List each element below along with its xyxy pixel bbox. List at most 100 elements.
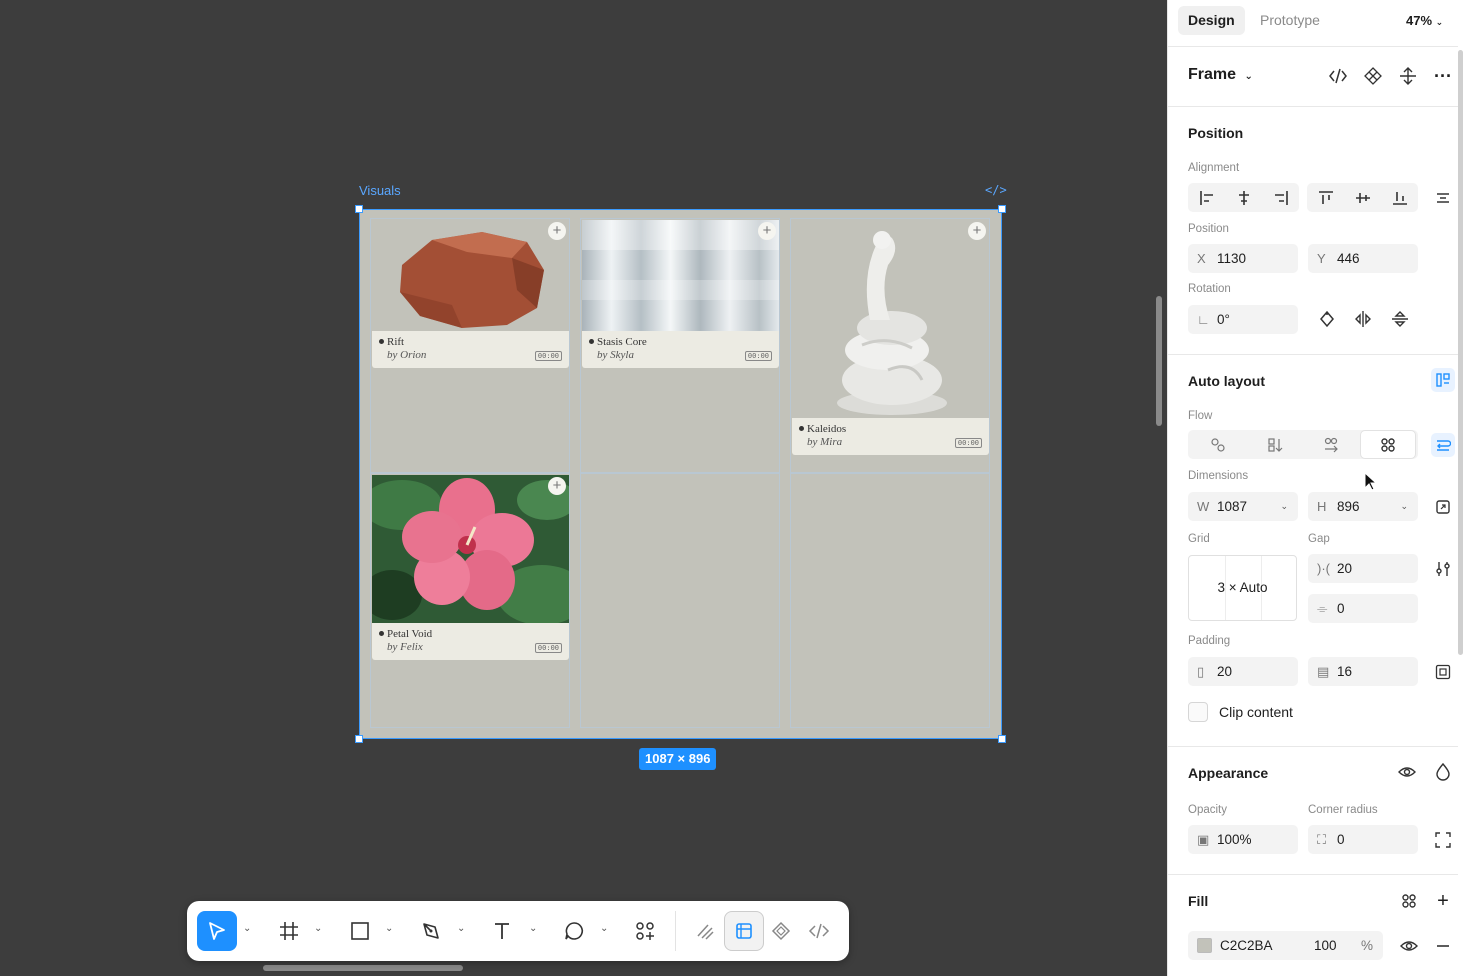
individual-padding-icon[interactable] <box>1431 660 1455 684</box>
selection-dropdown[interactable]: Frame ⌄ <box>1188 66 1253 84</box>
height-input[interactable]: H 896 ⌄ <box>1308 492 1418 521</box>
chevron-down-icon[interactable]: ⌄ <box>529 923 537 934</box>
pen-tool-button[interactable] <box>411 911 451 951</box>
fill-color-input[interactable]: C2C2BA 100 % <box>1188 931 1383 960</box>
card-petal-void[interactable]: Petal Void by Felix 00:00 + <box>372 475 569 661</box>
resize-handle-br[interactable] <box>998 735 1006 743</box>
prototype-mode-button[interactable] <box>761 911 801 951</box>
add-fill-icon[interactable]: + <box>1431 889 1455 913</box>
canvas-scrollbar-horizontal[interactable] <box>263 965 463 971</box>
align-left-icon[interactable] <box>1188 183 1225 212</box>
more-icon[interactable]: ··· <box>1431 64 1455 88</box>
design-mode-button[interactable] <box>724 911 764 951</box>
flip-vertical-icon[interactable] <box>1388 307 1412 331</box>
visuals-frame[interactable]: Rift by Orion 00:00 + Stasis Core by Sky… <box>359 209 1002 739</box>
code-icon[interactable] <box>1326 64 1350 88</box>
chevron-down-icon[interactable]: ⌄ <box>1280 501 1288 512</box>
align-center-horizontal-icon[interactable] <box>1225 183 1262 212</box>
vertical-flow-icon[interactable] <box>1247 430 1304 459</box>
chevron-down-icon[interactable]: ⌄ <box>385 923 393 934</box>
individual-corners-icon[interactable] <box>1431 828 1455 852</box>
add-icon[interactable]: + <box>548 222 566 240</box>
toolbar-divider <box>675 911 676 951</box>
resize-to-fit-icon[interactable] <box>1431 495 1455 519</box>
freeform-icon[interactable] <box>1190 430 1247 459</box>
clip-content-label: Clip content <box>1219 704 1293 720</box>
eye-icon[interactable] <box>1395 760 1419 784</box>
grid-flow-icon[interactable] <box>1359 430 1417 459</box>
move-tool-button[interactable] <box>197 911 237 951</box>
gap-label: Gap <box>1308 533 1330 545</box>
grid-size-picker[interactable]: 3 × Auto <box>1188 555 1297 621</box>
clip-content-checkbox[interactable] <box>1188 702 1208 722</box>
component-icon[interactable] <box>1361 64 1385 88</box>
align-right-icon[interactable] <box>1262 183 1299 212</box>
position-section-title: Position <box>1188 125 1244 141</box>
distribute-icon[interactable] <box>1431 186 1455 210</box>
panel-scrollbar[interactable] <box>1458 50 1463 655</box>
align-top-icon[interactable] <box>1307 183 1344 212</box>
auto-layout-suggest-icon[interactable] <box>1431 368 1455 392</box>
rectangle-icon <box>351 922 369 940</box>
wrap-icon[interactable] <box>1431 433 1455 457</box>
comment-icon <box>565 922 583 940</box>
resize-handle-tr[interactable] <box>998 205 1006 213</box>
align-middle-icon[interactable] <box>1344 183 1381 212</box>
add-icon[interactable]: + <box>758 222 776 240</box>
flip-horizontal-icon[interactable] <box>1351 307 1375 331</box>
rotate-icon[interactable] <box>1315 307 1339 331</box>
horizontal-flow-icon[interactable] <box>1303 430 1360 459</box>
vertical-padding-input[interactable]: ▤ 16 <box>1308 657 1418 686</box>
opacity-input[interactable]: ▣ 100% <box>1188 825 1298 854</box>
opacity-label: Opacity <box>1188 804 1227 816</box>
draw-icon <box>697 924 714 940</box>
card-meta: Rift by Orion 00:00 <box>372 331 569 368</box>
corner-radius-input[interactable]: ⛶ 0 <box>1308 825 1418 854</box>
fill-percent-sign: % <box>1361 938 1374 953</box>
plugin-icon[interactable] <box>1396 64 1420 88</box>
chevron-down-icon[interactable]: ⌄ <box>600 923 608 934</box>
card-stasis-core[interactable]: Stasis Core by Skyla 00:00 + <box>582 220 779 368</box>
rotation-input[interactable]: ∟ 0° <box>1188 305 1298 334</box>
canvas[interactable]: Visuals </> Rift by Orion 00:00 + Stasis… <box>0 0 1167 976</box>
width-input[interactable]: W 1087 ⌄ <box>1188 492 1298 521</box>
draw-mode-button[interactable] <box>685 911 725 951</box>
zoom-dropdown[interactable]: 47% ⌄ <box>1406 13 1443 28</box>
selection-type: Frame <box>1188 66 1237 83</box>
shape-tool-button[interactable] <box>340 911 380 951</box>
resize-handle-tl[interactable] <box>355 205 363 213</box>
actions-tool-button[interactable] <box>625 911 665 951</box>
text-tool-button[interactable] <box>482 911 522 951</box>
tab-design[interactable]: Design <box>1178 6 1245 35</box>
eye-icon[interactable] <box>1397 934 1421 958</box>
tab-prototype[interactable]: Prototype <box>1250 6 1330 35</box>
resize-handle-bl[interactable] <box>355 735 363 743</box>
add-icon[interactable]: + <box>548 477 566 495</box>
canvas-scrollbar-vertical[interactable] <box>1156 296 1162 426</box>
frame-tool-button[interactable] <box>269 911 309 951</box>
frame-name-label[interactable]: Visuals <box>359 183 401 198</box>
blend-mode-icon[interactable] <box>1431 760 1455 784</box>
horizontal-padding-input[interactable]: ▯ 20 <box>1188 657 1298 686</box>
comment-tool-button[interactable] <box>554 911 594 951</box>
styles-icon[interactable] <box>1397 889 1421 913</box>
add-icon[interactable]: + <box>968 222 986 240</box>
chevron-down-icon[interactable]: ⌄ <box>243 923 251 934</box>
card-rift[interactable]: Rift by Orion 00:00 + <box>372 220 569 368</box>
horizontal-gap-input[interactable]: )·( 20 <box>1308 554 1418 583</box>
chevron-down-icon[interactable]: ⌄ <box>1400 501 1408 512</box>
opacity-value: 100% <box>1217 832 1252 847</box>
align-bottom-icon[interactable] <box>1381 183 1418 212</box>
y-position-input[interactable]: Y 446 <box>1308 244 1418 273</box>
pen-icon <box>423 923 439 939</box>
remove-fill-icon[interactable] <box>1431 934 1455 958</box>
vertical-gap-input[interactable]: ⌯ 0 <box>1308 594 1418 623</box>
chevron-down-icon[interactable]: ⌄ <box>457 923 465 934</box>
code-icon[interactable]: </> <box>985 183 1007 197</box>
dev-mode-button[interactable] <box>799 911 839 951</box>
card-kaleidos[interactable]: Kaleidos by Mira 00:00 + <box>792 220 989 455</box>
x-position-input[interactable]: X 1130 <box>1188 244 1298 273</box>
color-swatch[interactable] <box>1197 938 1212 953</box>
layout-settings-icon[interactable] <box>1431 557 1455 581</box>
chevron-down-icon[interactable]: ⌄ <box>314 923 322 934</box>
